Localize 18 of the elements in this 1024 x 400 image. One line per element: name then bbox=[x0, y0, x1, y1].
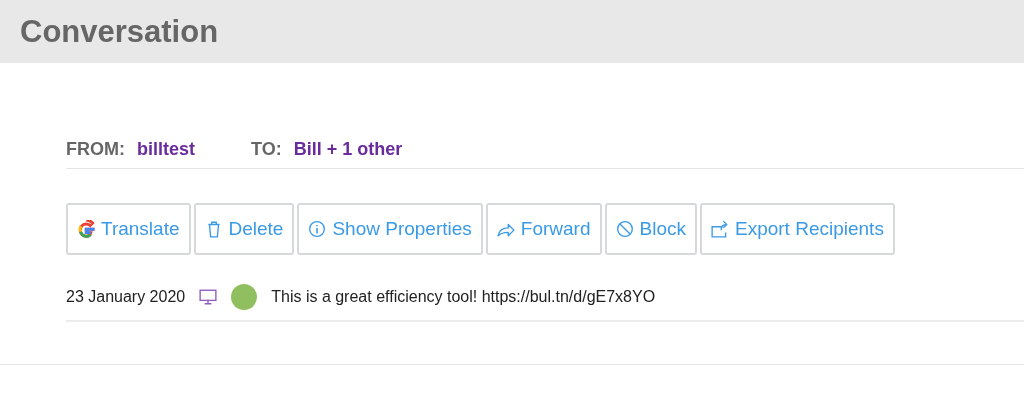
message-date: 23 January 2020 bbox=[66, 288, 186, 306]
forward-button[interactable]: Forward bbox=[485, 203, 602, 255]
monitor-icon bbox=[199, 288, 218, 306]
info-icon bbox=[308, 220, 327, 238]
trash-button[interactable]: Delete bbox=[193, 203, 295, 255]
google-g-icon bbox=[77, 220, 95, 238]
block-icon bbox=[615, 220, 634, 238]
sender-name: billtest bbox=[137, 139, 195, 160]
info-button[interactable]: Show Properties bbox=[297, 203, 483, 255]
google-button[interactable]: Translate bbox=[66, 203, 191, 255]
export-icon bbox=[711, 220, 729, 238]
to-label: TO: bbox=[251, 139, 282, 160]
recipient-names: Bill + 1 other bbox=[293, 139, 403, 160]
block-button[interactable]: Block bbox=[604, 203, 697, 255]
page-title: Conversation bbox=[20, 13, 219, 50]
export-button[interactable]: Export Recipients bbox=[700, 203, 895, 255]
message-text: This is a great efficiency tool! https://bul.tn/d/gE7x8YO bbox=[271, 288, 656, 306]
from-label: FROM: bbox=[66, 139, 125, 160]
